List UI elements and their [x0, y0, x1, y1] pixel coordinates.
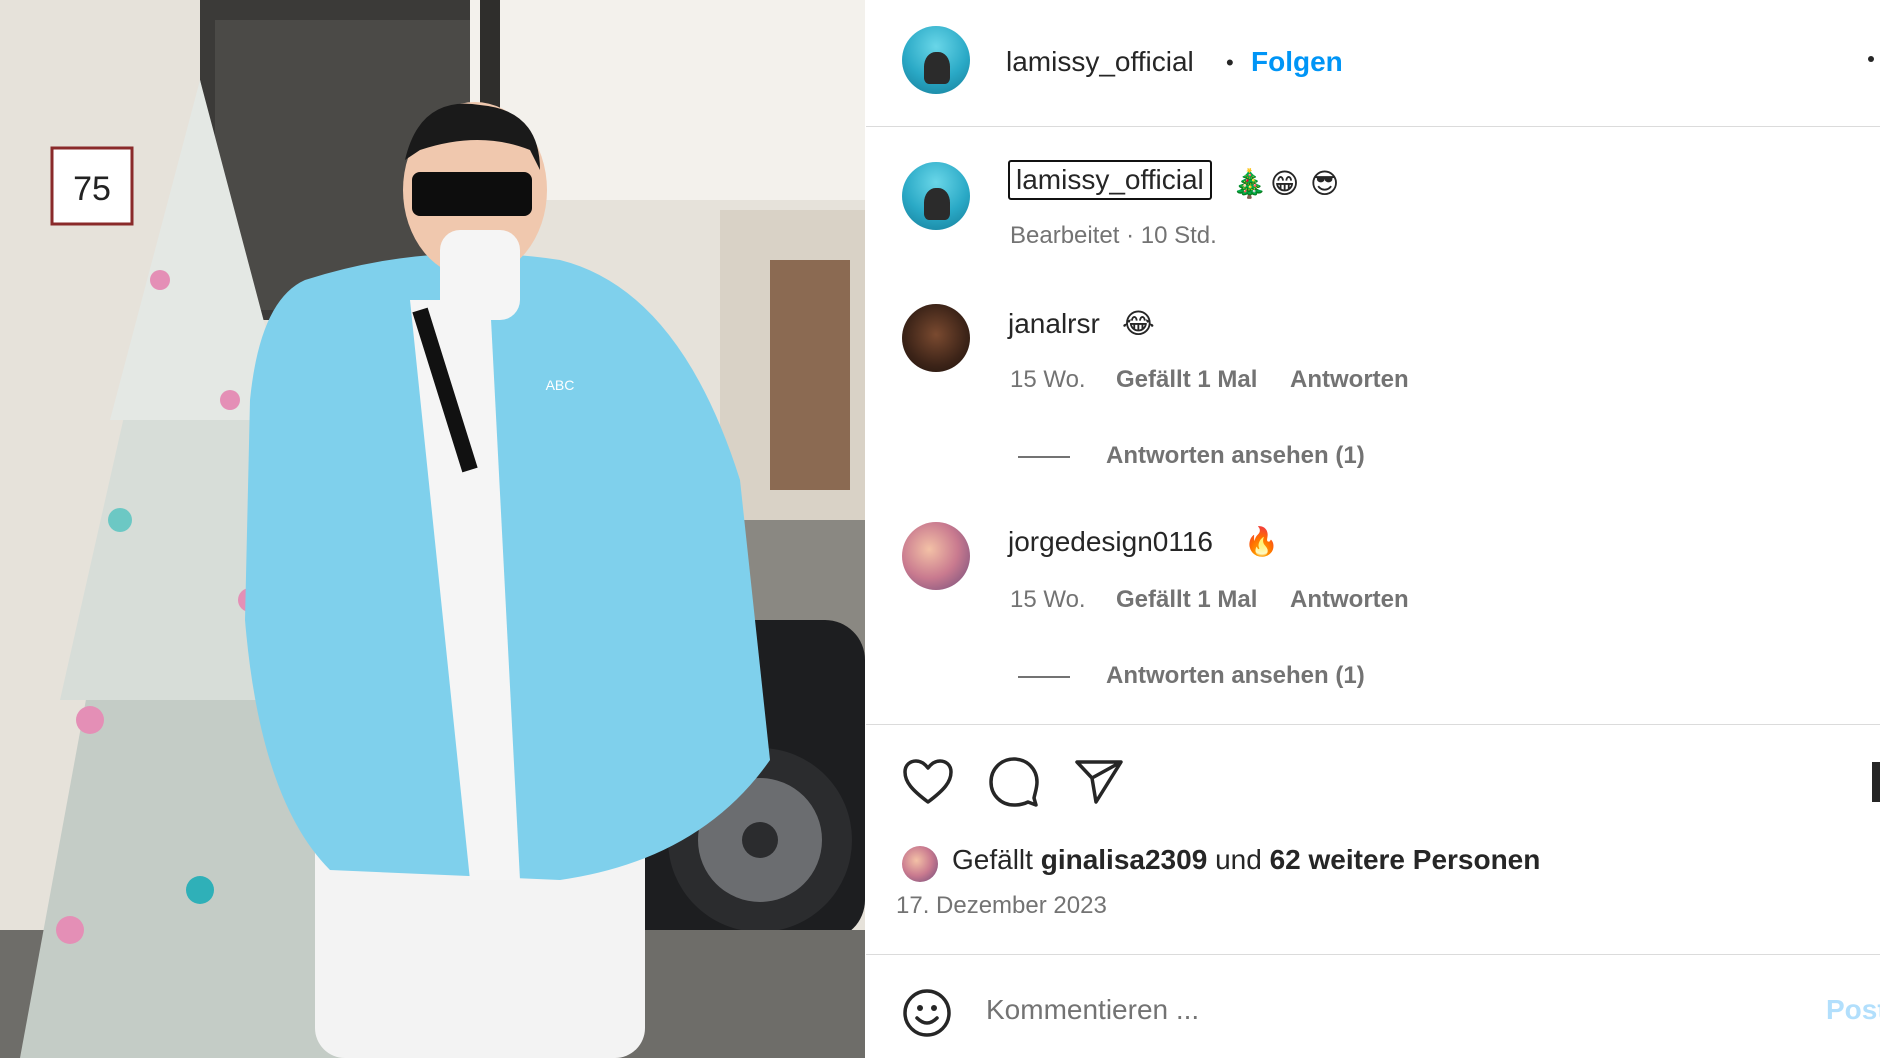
likes-others[interactable]: 62 weitere Personen	[1270, 844, 1541, 875]
author-username[interactable]: lamissy_official	[1006, 46, 1194, 78]
header-divider	[866, 126, 1880, 127]
comment-time: 15 Wo.	[1010, 586, 1086, 613]
comment-likes[interactable]: Gefällt 1 Mal	[1116, 586, 1257, 614]
heart-icon[interactable]	[902, 758, 954, 806]
view-replies-button[interactable]: Antworten ansehen (1)	[1106, 662, 1365, 690]
reply-button[interactable]: Antworten	[1290, 586, 1409, 614]
comment-username[interactable]: janalrsr	[1008, 308, 1100, 340]
post-sidebar: lamissy_official • Folgen lamissy_offici…	[866, 0, 1880, 1058]
grin-emoji: 😁	[1270, 168, 1300, 199]
sunglasses-emoji: 😎	[1310, 168, 1340, 199]
comment-time: 15 Wo.	[1010, 366, 1086, 393]
reply-button[interactable]: Antworten	[1290, 366, 1409, 394]
comment-avatar[interactable]	[902, 522, 970, 590]
follow-button[interactable]: Folgen	[1251, 46, 1343, 78]
replies-line	[1018, 676, 1070, 678]
fire-emoji: 🔥	[1244, 526, 1279, 557]
view-replies-button[interactable]: Antworten ansehen (1)	[1106, 442, 1365, 470]
replies-line	[1018, 456, 1070, 458]
likes-summary[interactable]: Gefällt ginalisa2309 und 62 weitere Pers…	[952, 844, 1540, 876]
paper-plane-icon[interactable]	[1074, 758, 1124, 804]
post-button[interactable]: Posten	[1826, 994, 1880, 1026]
photo-illustration: 75 ABC	[0, 0, 865, 1058]
jacket-print: ABC	[546, 377, 575, 393]
caption-meta: Bearbeitet · 10 Std.	[1010, 222, 1217, 249]
comment-input[interactable]: Kommentieren ...	[986, 994, 1199, 1026]
comment-avatar[interactable]	[902, 304, 970, 372]
likes-joiner: und	[1215, 844, 1262, 875]
laughing-emoji: 😂	[1122, 308, 1155, 339]
post-photo[interactable]: 75 ABC	[0, 0, 865, 1058]
smiley-icon[interactable]	[902, 988, 952, 1038]
likes-prefix: Gefällt	[952, 844, 1033, 875]
post-date: 17. Dezember 2023	[896, 892, 1107, 919]
tree-emoji: 🎄	[1232, 168, 1267, 199]
author-avatar[interactable]	[902, 26, 970, 94]
comment-bubble-icon[interactable]	[988, 756, 1040, 808]
liker-avatar[interactable]	[902, 846, 938, 882]
comment-likes[interactable]: Gefällt 1 Mal	[1116, 366, 1257, 394]
caption-avatar[interactable]	[902, 162, 970, 230]
separator-dot: •	[1226, 50, 1234, 75]
liker-username[interactable]: ginalisa2309	[1041, 844, 1208, 875]
caption-username[interactable]: lamissy_official	[1008, 160, 1212, 200]
comments-divider	[866, 724, 1880, 725]
comment-username[interactable]: jorgedesign0116	[1008, 526, 1213, 558]
more-dots-icon[interactable]	[1868, 56, 1874, 62]
footer-divider	[866, 954, 1880, 955]
bookmark-icon[interactable]	[1872, 762, 1880, 802]
house-number: 75	[73, 170, 111, 208]
